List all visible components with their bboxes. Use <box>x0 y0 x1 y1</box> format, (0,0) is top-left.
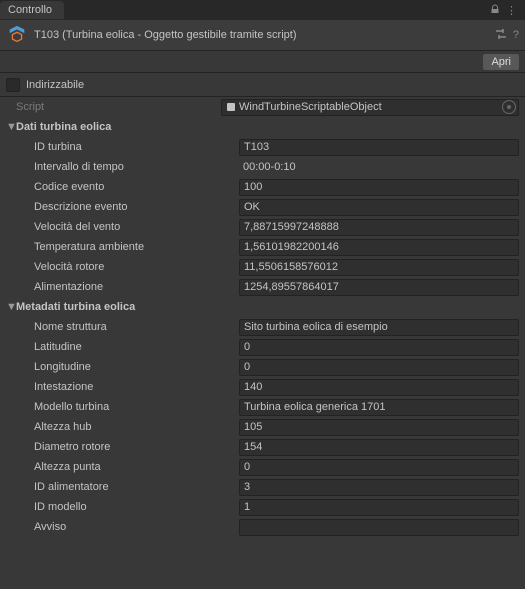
model-label: Modello turbina <box>34 401 239 413</box>
settings-icon[interactable] <box>495 28 507 43</box>
rotor-dia-field[interactable]: 154 <box>239 439 519 456</box>
site-name-field[interactable]: Sito turbina eolica di esempio <box>239 319 519 336</box>
addressable-label: Indirizzabile <box>26 79 84 91</box>
longitude-label: Longitudine <box>34 361 239 373</box>
model-id-label: ID modello <box>34 501 239 513</box>
object-picker-icon[interactable] <box>502 100 516 114</box>
rotor-dia-label: Diametro rotore <box>34 441 239 453</box>
lock-icon[interactable] <box>490 4 500 17</box>
longitude-field[interactable]: 0 <box>239 359 519 376</box>
ambient-temp-field[interactable]: 1,56101982200146 <box>239 239 519 256</box>
scriptable-object-icon <box>6 24 28 46</box>
wind-speed-label: Velocità del vento <box>34 221 239 233</box>
wind-speed-field[interactable]: 7,88715997248888 <box>239 219 519 236</box>
rotor-speed-field[interactable]: 11,5506158576012 <box>239 259 519 276</box>
help-icon[interactable]: ? <box>513 29 519 41</box>
foldout-icon[interactable]: ▼ <box>6 301 16 313</box>
event-desc-field[interactable]: OK <box>239 199 519 216</box>
warning-label: Avviso <box>34 521 239 533</box>
heading-label: Intestazione <box>34 381 239 393</box>
tip-height-field[interactable]: 0 <box>239 459 519 476</box>
section-data-title[interactable]: Dati turbina eolica <box>16 121 111 133</box>
event-desc-label: Descrizione evento <box>34 201 239 213</box>
hub-height-field[interactable]: 105 <box>239 419 519 436</box>
power-label: Alimentazione <box>34 281 239 293</box>
site-name-label: Nome struttura <box>34 321 239 333</box>
addressable-checkbox[interactable] <box>6 78 20 92</box>
heading-field[interactable]: 140 <box>239 379 519 396</box>
time-interval-label: Intervallo di tempo <box>34 161 239 173</box>
inspector-tab[interactable]: Controllo <box>0 1 64 19</box>
script-value: WindTurbineScriptableObject <box>239 101 382 113</box>
menu-icon[interactable]: ⋮ <box>506 4 517 17</box>
tab-label: Controllo <box>8 4 52 16</box>
model-id-field[interactable]: 1 <box>239 499 519 516</box>
object-title: T103 (Turbina eolica - Oggetto gestibile… <box>34 29 495 41</box>
model-field[interactable]: Turbina eolica generica 1701 <box>239 399 519 416</box>
feeder-id-field[interactable]: 3 <box>239 479 519 496</box>
time-interval-value: 00:00-0:10 <box>239 161 519 173</box>
warning-field[interactable] <box>239 519 519 536</box>
event-code-field[interactable]: 100 <box>239 179 519 196</box>
turbine-id-field[interactable]: T103 <box>239 139 519 156</box>
script-label: Script <box>16 101 221 113</box>
event-code-label: Codice evento <box>34 181 239 193</box>
latitude-field[interactable]: 0 <box>239 339 519 356</box>
turbine-id-label: ID turbina <box>34 141 239 153</box>
foldout-icon[interactable]: ▼ <box>6 121 16 133</box>
section-meta-title[interactable]: Metadati turbina eolica <box>16 301 135 313</box>
script-field: WindTurbineScriptableObject <box>221 99 519 116</box>
tip-height-label: Altezza punta <box>34 461 239 473</box>
open-button-label: Apri <box>491 56 511 68</box>
open-button[interactable]: Apri <box>483 54 519 70</box>
power-field[interactable]: 1254,89557864017 <box>239 279 519 296</box>
ambient-temp-label: Temperatura ambiente <box>34 241 239 253</box>
feeder-id-label: ID alimentatore <box>34 481 239 493</box>
rotor-speed-label: Velocità rotore <box>34 261 239 273</box>
hub-height-label: Altezza hub <box>34 421 239 433</box>
latitude-label: Latitudine <box>34 341 239 353</box>
